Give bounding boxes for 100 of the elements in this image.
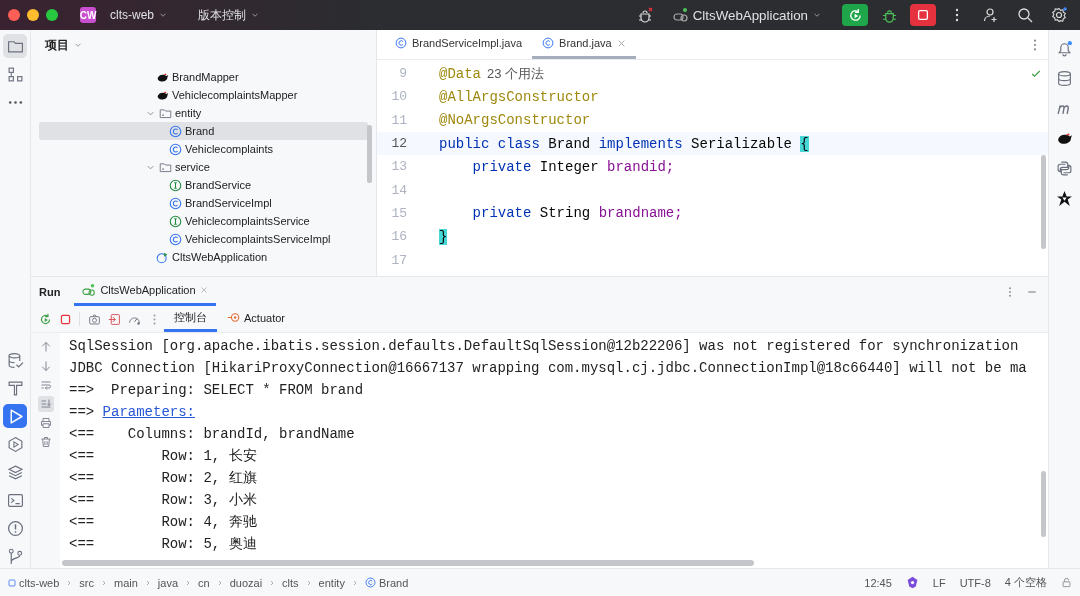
file-encoding[interactable]: UTF-8 (959, 576, 991, 589)
settings-icon[interactable] (1051, 7, 1067, 23)
tree-item[interactable]: entity (39, 104, 368, 122)
editor-tab[interactable]: Brand.java (532, 30, 636, 59)
horizontal-scrollbar[interactable] (62, 560, 754, 566)
notifications-icon[interactable] (1056, 39, 1073, 57)
indent-setting[interactable]: 4 个空格 (1004, 575, 1047, 590)
add-user-icon[interactable] (983, 7, 999, 23)
zoom-window-button[interactable] (46, 9, 58, 21)
chevron-right-icon (100, 578, 108, 587)
close-icon[interactable] (616, 38, 626, 48)
inspection-ok-icon[interactable] (1030, 68, 1042, 80)
breadcrumb[interactable]: clts-web (8, 576, 60, 589)
line-number: 12 (390, 136, 407, 152)
layers-icon[interactable] (6, 463, 24, 481)
code-line: @NoArgsConstructor (439, 112, 591, 129)
services-icon[interactable] (6, 435, 24, 453)
console-line: <== Row: 5, 奥迪 (69, 535, 258, 554)
line-number: 13 (390, 159, 407, 175)
editor-tab[interactable]: BrandServiceImpl.java (385, 30, 533, 59)
project-view-dropdown[interactable]: 项目 (39, 35, 89, 55)
hammer-icon[interactable] (6, 379, 24, 397)
console-line: SqlSession [org.apache.ibatis.session.defaults.DefaultSqlSession@12b22206] was not registered for synchronization (69, 337, 1020, 356)
tree-item[interactable]: Vehiclecomplaints (39, 140, 368, 158)
soft-wrap-icon[interactable] (39, 379, 52, 391)
tree-item[interactable]: VehiclecomplaintsService (39, 212, 368, 230)
console-line: ==> Parameters: (69, 403, 197, 422)
run-config-icon (82, 283, 97, 297)
project-dropdown[interactable]: clts-web (104, 7, 174, 23)
tree-item[interactable]: Brand (39, 122, 368, 140)
console-line: ==> Preparing: SELECT * FROM brand (69, 381, 365, 400)
console-line: <== Columns: brandId, brandName (69, 425, 356, 444)
breadcrumb[interactable]: Brand (364, 576, 409, 589)
line-number: 9 (398, 66, 407, 82)
console-tab[interactable]: Actuator (217, 306, 295, 332)
scrollbar[interactable] (1041, 471, 1046, 537)
breadcrumb[interactable]: entity (318, 576, 345, 589)
run-tab[interactable]: CltsWebApplication (74, 277, 216, 306)
vcs-dropdown[interactable]: 版本控制 (192, 5, 266, 25)
tree-item[interactable]: VehiclecomplaintsMapper (39, 86, 368, 104)
git-branch-icon[interactable] (6, 547, 24, 565)
class-icon (364, 577, 376, 588)
trash-icon[interactable] (39, 436, 52, 448)
camera-icon[interactable] (87, 312, 101, 326)
console-line: <== Row: 3, 小米 (69, 491, 258, 510)
tree-item[interactable]: BrandServiceImpl (39, 194, 368, 212)
run-configuration-dropdown[interactable]: CltsWebApplication (666, 6, 828, 24)
star-icon[interactable] (1056, 189, 1073, 207)
line-number: 16 (390, 229, 407, 245)
breadcrumb[interactable]: clts (282, 576, 299, 589)
lock-icon[interactable] (1061, 577, 1072, 588)
code-line: @Data 23 个用法 (439, 64, 545, 83)
plugin-icon[interactable] (905, 576, 919, 589)
line-number: 14 (390, 182, 407, 198)
line-ending[interactable]: LF (932, 576, 946, 589)
close-window-button[interactable] (8, 9, 20, 21)
class-icon (169, 142, 182, 156)
stop-icon[interactable] (58, 312, 72, 326)
bug-icon[interactable] (636, 7, 653, 23)
tree-item[interactable]: BrandService (39, 176, 368, 194)
tree-item[interactable]: BrandMapper (39, 68, 368, 86)
scrollbar[interactable] (1041, 155, 1046, 249)
breadcrumb[interactable]: src (79, 576, 94, 589)
target-icon (227, 311, 240, 324)
run-button[interactable] (3, 404, 27, 428)
database-icon[interactable] (1056, 69, 1073, 87)
python-icon[interactable] (1056, 159, 1073, 177)
run-config-icon (672, 7, 689, 23)
search-icon[interactable] (1017, 7, 1033, 23)
console-line: <== Row: 2, 红旗 (69, 469, 258, 488)
tree-item[interactable]: service (39, 158, 368, 176)
console-line: <== Row: 4, 奔驰 (69, 513, 258, 532)
panel-title: Run (39, 285, 61, 298)
scrollbar[interactable] (367, 125, 372, 183)
minimize-window-button[interactable] (27, 9, 39, 21)
class-icon (395, 37, 407, 49)
database-icon[interactable] (6, 351, 24, 369)
login-icon[interactable] (107, 312, 121, 326)
folder-button[interactable] (3, 34, 27, 58)
tree-item[interactable]: CltsWebApplication (39, 248, 368, 266)
breadcrumb[interactable]: java (157, 576, 179, 589)
stop-button[interactable] (910, 4, 936, 26)
terminal-icon[interactable] (6, 491, 24, 509)
class-icon (169, 124, 182, 138)
breadcrumb[interactable]: main (114, 576, 138, 589)
code-line: public class Brand implements Serializable { (439, 135, 809, 152)
rerun-icon[interactable] (38, 312, 52, 326)
print-icon[interactable] (39, 417, 52, 429)
class-icon (169, 232, 182, 246)
breadcrumb[interactable]: cn (198, 576, 210, 589)
console-link[interactable]: Parameters: (102, 404, 196, 420)
application-icon (156, 250, 169, 264)
structure-icon[interactable] (6, 65, 24, 83)
tree-item[interactable]: VehiclecomplaintsServiceImpl (39, 230, 368, 248)
problems-icon[interactable] (6, 519, 24, 537)
rerun-button[interactable] (842, 4, 868, 26)
package-folder-icon (159, 106, 172, 120)
cursor-position[interactable]: 12:45 (864, 576, 892, 589)
line-number: 15 (390, 205, 407, 221)
breadcrumb[interactable]: duozai (229, 576, 263, 589)
